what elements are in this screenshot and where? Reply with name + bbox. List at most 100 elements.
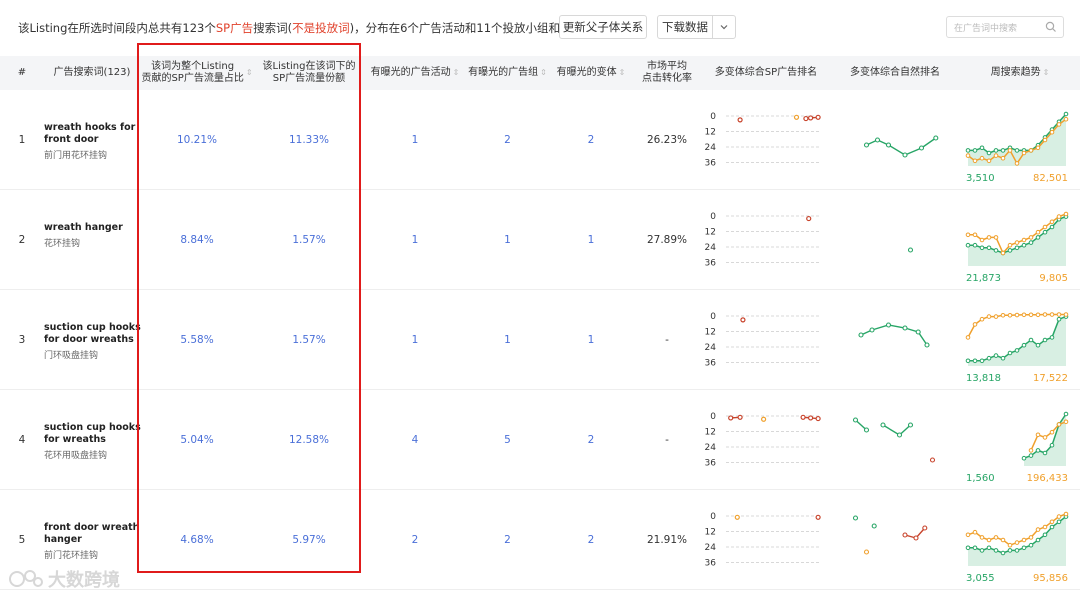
variants-link[interactable]: 2 [550, 90, 632, 190]
trend-orange-point [1028, 148, 1034, 153]
trend-green-point [1035, 342, 1041, 348]
keyword-en[interactable]: front door wreath hanger [44, 522, 141, 546]
variants-link[interactable]: 2 [550, 390, 632, 490]
trend-green-point [1000, 148, 1006, 153]
organic-rank-point [896, 432, 903, 438]
sp-rank-chart: 0 12 24 36 [705, 112, 821, 169]
header-index: # [17, 67, 27, 78]
campaigns-link[interactable]: 1 [365, 190, 465, 290]
trend-orange-point [1028, 535, 1034, 540]
sort-icon: ⇕ [1042, 68, 1050, 77]
trend-green-point [1035, 235, 1041, 240]
trend-orange-point [986, 235, 992, 240]
trend-green-point [1063, 111, 1069, 117]
organic-rank-point [863, 549, 870, 555]
sp-rank-point [803, 115, 809, 122]
trend-green-point [1049, 224, 1055, 230]
row-index: 2 [18, 234, 26, 246]
trend-green-point [1007, 248, 1013, 253]
trend-orange-point [1000, 250, 1006, 256]
trend-green-point [1042, 229, 1048, 235]
download-dropdown-button[interactable] [712, 15, 736, 39]
market-cvr-value: 27.89% [646, 234, 688, 246]
trend-orange-point [1028, 448, 1034, 453]
organic-rank-point [922, 525, 928, 531]
trend-right-value: 95,856 [1033, 573, 1068, 584]
trend-orange-point [1007, 542, 1013, 548]
trend-orange-point [1007, 242, 1013, 248]
trend-green-point [993, 248, 999, 253]
trend-green-point [1056, 519, 1062, 525]
trend-green-point [979, 245, 985, 251]
header-variants[interactable]: 有曝光的变体 ⇕ [550, 56, 632, 90]
campaigns-link[interactable]: 1 [365, 290, 465, 390]
trend-green-point [1021, 545, 1027, 551]
keyword-cell: suction cup hooks for wreaths 花环用吸盘挂钩 [44, 390, 141, 490]
sp-rank-point [728, 415, 734, 421]
keyword-en[interactable]: suction cup hooks for wreaths [44, 422, 141, 446]
trend-orange-point [1028, 312, 1034, 318]
sp-rank-point [734, 514, 740, 520]
sort-icon: ⇕ [540, 68, 547, 77]
adgroups-link[interactable]: 5 [465, 390, 550, 490]
trend-orange-point [1014, 161, 1020, 166]
variants-link[interactable]: 2 [550, 490, 632, 590]
variants-link[interactable]: 1 [550, 190, 632, 290]
trend-green-point [1049, 335, 1055, 340]
header-weekly-trend[interactable]: 周搜索趋势 ⇕ [960, 56, 1080, 90]
weekly-trend-chart: 13,818 17,522 [965, 312, 1069, 384]
organic-rank-point [907, 422, 914, 428]
adgroups-link[interactable]: 1 [465, 190, 550, 290]
adgroups-link[interactable]: 2 [465, 90, 550, 190]
trend-orange-point [1000, 313, 1006, 318]
market-cvr-value: - [665, 334, 669, 346]
header-campaigns[interactable]: 有曝光的广告活动 ⇕ [365, 56, 465, 90]
rank-axis-label: 0 [710, 412, 716, 422]
header-sp-rank: 多变体综合SP广告排名 [714, 67, 818, 78]
keyword-en[interactable]: suction cup hooks for door wreaths [44, 322, 141, 346]
table-row: 2 wreath hanger 花环挂钩 8.84% 1.57% 1 1 1 27.89% 0 12… [0, 190, 1080, 290]
update-parent-child-button[interactable]: 更新父子体关系 [559, 15, 647, 39]
sp-rank-point [793, 114, 800, 120]
keyword-en[interactable]: wreath hooks for front door [44, 122, 141, 146]
chevron-down-icon [720, 25, 728, 30]
sp-rank-chart: 0 12 24 36 [705, 212, 820, 269]
campaigns-link[interactable]: 2 [365, 490, 465, 590]
trend-left-value: 3,510 [966, 173, 995, 184]
header-adgroups[interactable]: 有曝光的广告组 ⇕ [465, 56, 550, 90]
sp-share-value: 8.84% [180, 234, 214, 246]
header-market-cvr[interactable]: 市场平均 点击转化率 [632, 56, 702, 90]
campaigns-link[interactable]: 1 [365, 90, 465, 190]
keyword-cn: 前门花环挂钩 [44, 551, 99, 561]
trend-orange-point [1056, 122, 1062, 127]
trend-orange-point [1014, 312, 1020, 318]
sp-rank-point [740, 317, 746, 323]
download-data-button[interactable]: 下载数据 [657, 15, 713, 39]
keyword-search-input[interactable]: 在广告词中搜索 [946, 16, 1064, 38]
trend-green-point [993, 353, 999, 358]
top-bar: 该Listing在所选时间段内总共有123个SP广告搜索词(不是投放词)，分布在… [0, 0, 1080, 56]
watermark-icon [9, 570, 43, 587]
header-sp-traffic[interactable]: 该Listing在该词下的 SP广告流量份额 [253, 56, 365, 90]
header-sp-share[interactable]: 该词为整个Listing 贡献的SP广告流量占比 ⇕ [141, 56, 253, 90]
organic-rank-point [902, 152, 908, 158]
trend-orange-point [965, 335, 971, 340]
trend-green-point [993, 148, 999, 153]
trend-green-point [1021, 242, 1027, 248]
adgroups-link[interactable]: 1 [465, 290, 550, 390]
header-keyword[interactable]: 广告搜索词(123) [44, 56, 140, 90]
trend-orange-point [1063, 312, 1069, 317]
sp-traffic-value: 11.33% [288, 134, 330, 146]
trend-orange-point [1063, 419, 1069, 425]
adgroups-link[interactable]: 2 [465, 490, 550, 590]
keyword-en[interactable]: wreath hanger [44, 222, 141, 234]
watermark-logo: 大数跨境 [8, 566, 120, 592]
sp-rank-point [815, 114, 821, 120]
campaigns-link[interactable]: 4 [365, 390, 465, 490]
variants-link[interactable]: 1 [550, 290, 632, 390]
trend-green-point [1049, 524, 1055, 530]
organic-rank-point [915, 329, 921, 335]
trend-green-point [986, 245, 992, 251]
trend-orange-point [972, 158, 978, 164]
organic-rank-chart [852, 515, 928, 555]
